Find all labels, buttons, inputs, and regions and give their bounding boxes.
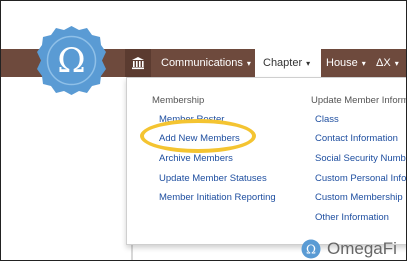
nav-communications[interactable]: Communications ▾: [161, 49, 251, 77]
menu-archive-members[interactable]: Archive Members: [159, 153, 233, 164]
menu-class[interactable]: Class: [315, 114, 339, 125]
menu-member-initiation-reporting[interactable]: Member Initiation Reporting: [159, 192, 276, 203]
content-divider: [131, 243, 133, 260]
nav-house-label: House: [326, 57, 358, 69]
nav-chapter[interactable]: Chapter ▾: [255, 49, 321, 77]
menu-custom-personal-information[interactable]: Custom Personal Information: [315, 173, 406, 184]
nav-communications-label: Communications: [161, 57, 243, 69]
chevron-down-icon: ▾: [246, 59, 251, 68]
chevron-down-icon: ▾: [306, 59, 311, 68]
nav-delta-chi-label: ΔX: [376, 57, 391, 69]
membership-heading: Membership: [152, 95, 205, 106]
highlight-circle: [140, 119, 256, 153]
omegafi-brand-text: OmegaFi: [327, 239, 397, 258]
chevron-down-icon: ▾: [394, 59, 399, 68]
chevron-down-icon: ▾: [361, 59, 366, 68]
nav-delta-chi[interactable]: ΔX ▾: [376, 49, 399, 77]
nav-chapter-label: Chapter: [263, 57, 303, 69]
update-member-info-heading: Update Member Information: [311, 95, 406, 106]
chapter-dropdown-menu: Membership Member Roster Add New Members…: [126, 77, 406, 245]
building-columns-icon: [132, 57, 144, 70]
menu-other-information[interactable]: Other Information: [315, 212, 389, 223]
menu-custom-membership[interactable]: Custom Membership: [315, 192, 403, 203]
menu-contact-information[interactable]: Contact Information: [315, 133, 398, 144]
omega-logo[interactable]: Ω: [36, 25, 107, 96]
omegafi-brand: Ω OmegaFi: [301, 239, 397, 259]
omega-glyph: Ω: [57, 41, 85, 81]
home-button[interactable]: [125, 49, 151, 77]
menu-update-member-statuses[interactable]: Update Member Statuses: [159, 173, 267, 184]
menu-social-security-number[interactable]: Social Security Number: [315, 153, 406, 164]
nav-house[interactable]: House ▾: [326, 49, 366, 77]
svg-text:Ω: Ω: [306, 243, 316, 257]
omega-logo-small: Ω: [301, 239, 321, 259]
screenshot-frame: Communications ▾ Chapter ▾ House ▾ ΔX ▾ Ω Me…: [0, 0, 407, 261]
